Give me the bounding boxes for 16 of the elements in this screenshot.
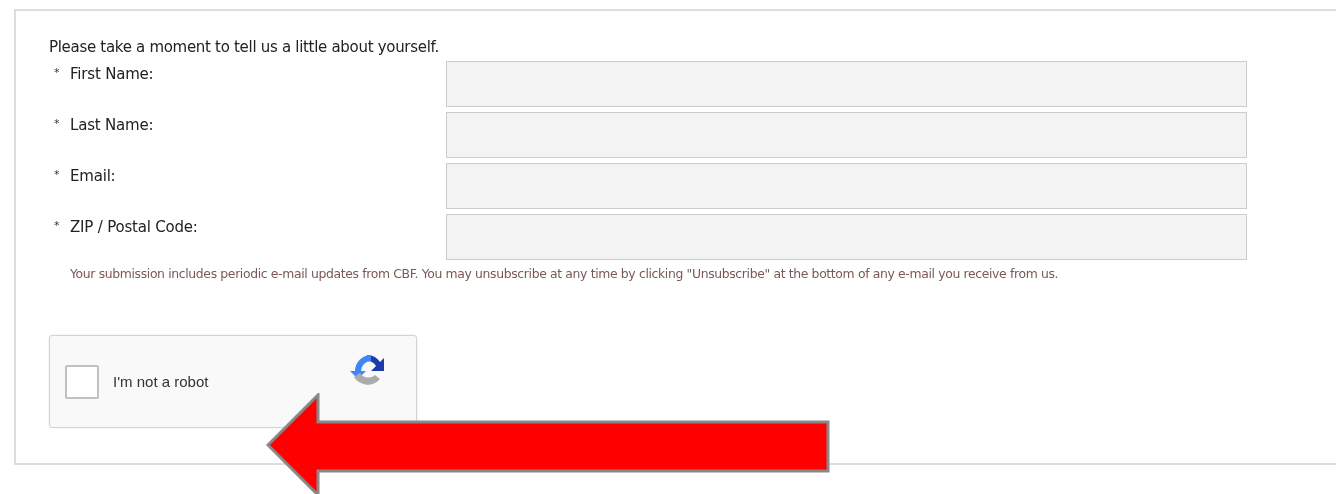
required-marker: *: [54, 218, 61, 234]
input-field[interactable]: [446, 112, 1247, 158]
field-label: Email:: [70, 167, 116, 185]
field-label: ZIP / Postal Code:: [70, 218, 198, 236]
disclaimer-text: Your submission includes periodic e-mail updates from CBF. You may unsubscribe at any time by clicking "Unsubscribe" at the bottom of any e-mail you receive from us.: [70, 266, 1060, 281]
required-marker: *: [54, 65, 61, 81]
required-marker: *: [54, 167, 61, 183]
input-field[interactable]: [446, 214, 1247, 260]
required-marker: *: [54, 116, 61, 132]
captcha-label: I'm not a robot: [113, 373, 209, 390]
input-field[interactable]: [446, 163, 1247, 209]
field-label: First Name:: [70, 65, 154, 83]
intro-text: Please take a moment to tell us a little about yourself.: [49, 38, 440, 56]
captcha-checkbox[interactable]: [65, 364, 99, 399]
field-label: Last Name:: [70, 116, 154, 134]
input-field[interactable]: [446, 61, 1247, 107]
